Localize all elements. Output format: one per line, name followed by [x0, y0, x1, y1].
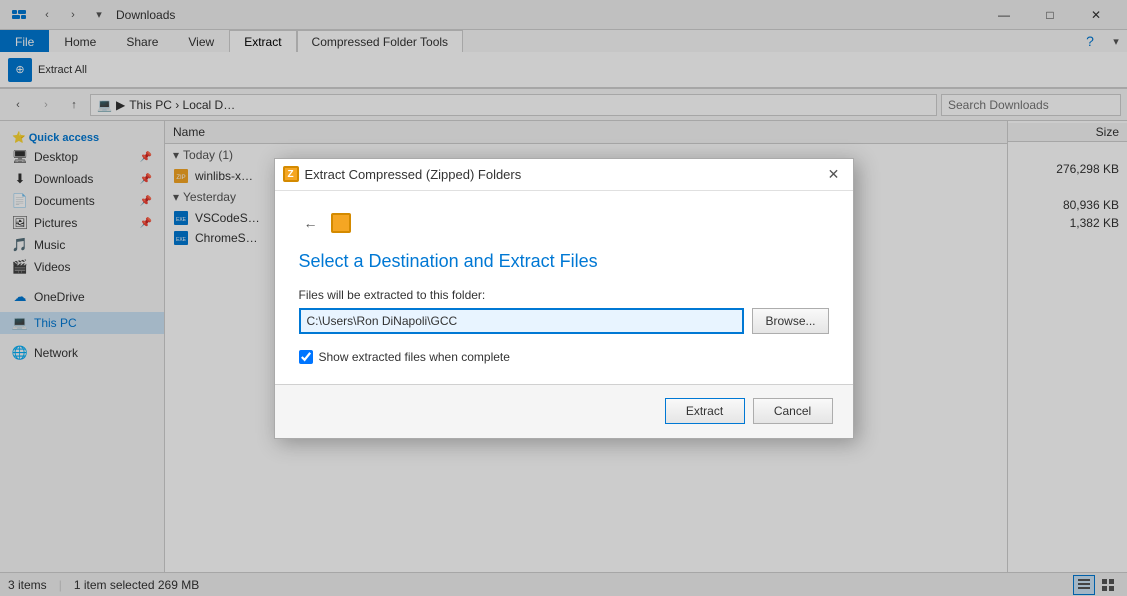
- dialog-back-row: ←: [299, 211, 829, 235]
- dialog-footer: Extract Cancel: [275, 384, 853, 438]
- dialog-checkbox-row: Show extracted files when complete: [299, 350, 829, 364]
- extract-button[interactable]: Extract: [665, 398, 745, 424]
- dialog-path-row: Browse...: [299, 308, 829, 334]
- extract-dialog: Z Extract Compressed (Zipped) Folders ✕ …: [274, 158, 854, 439]
- dialog-close-button[interactable]: ✕: [823, 163, 845, 185]
- dialog-body: ← Select a Destination and Extract Files…: [275, 191, 853, 384]
- dialog-title-text: Extract Compressed (Zipped) Folders: [305, 167, 823, 182]
- dialog-zip-icon: [331, 213, 351, 233]
- dialog-folder-label: Files will be extracted to this folder:: [299, 288, 829, 302]
- dialog-overlay: Z Extract Compressed (Zipped) Folders ✕ …: [0, 0, 1127, 596]
- dialog-titlebar: Z Extract Compressed (Zipped) Folders ✕: [275, 159, 853, 191]
- dialog-path-input[interactable]: [299, 308, 745, 334]
- dialog-heading: Select a Destination and Extract Files: [299, 251, 829, 272]
- cancel-button[interactable]: Cancel: [753, 398, 833, 424]
- dialog-folder-icon: Z: [283, 166, 299, 182]
- dialog-back-button[interactable]: ←: [299, 211, 323, 235]
- show-extracted-checkbox[interactable]: [299, 350, 313, 364]
- show-extracted-label: Show extracted files when complete: [319, 350, 510, 364]
- dialog-browse-button[interactable]: Browse...: [752, 308, 828, 334]
